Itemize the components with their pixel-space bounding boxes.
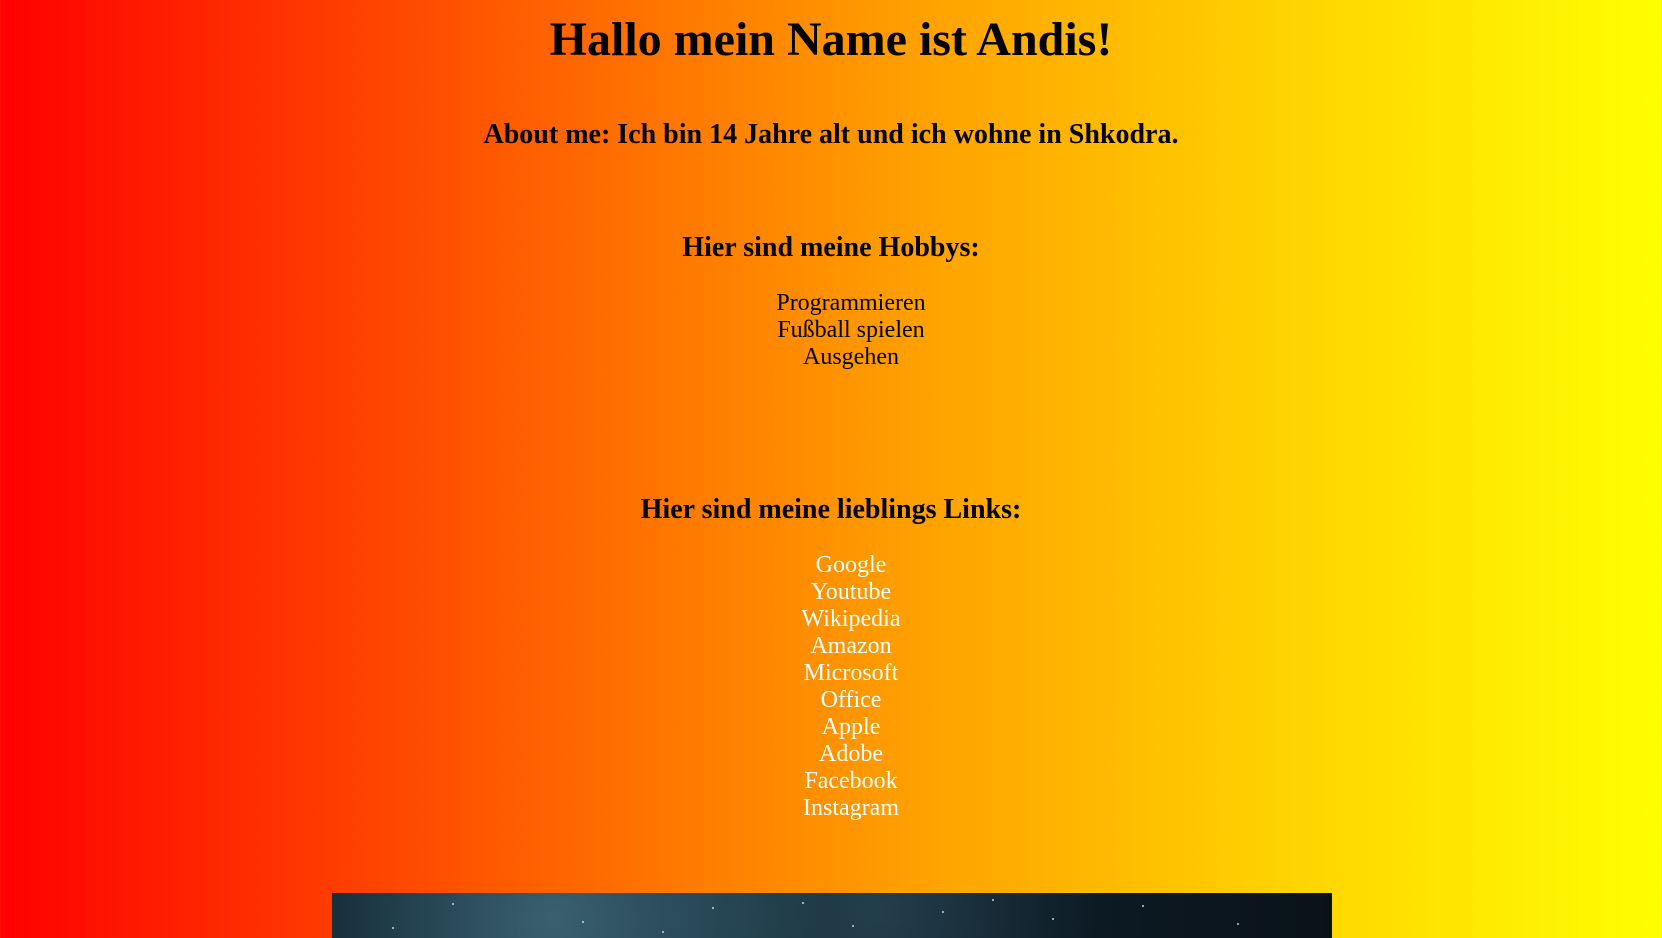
link-facebook[interactable]: Facebook [804,768,897,794]
hobby-list: Programmieren Fußball spielen Ausgehen [0,290,1662,371]
page: Hallo mein Name ist Andis! About me: Ich… [0,0,1662,938]
link-apple[interactable]: Apple [822,714,881,740]
about-me-text: About me: Ich bin 14 Jahre alt und ich w… [483,119,1179,150]
link-list-item: Apple [0,714,1662,741]
link-list-item: Office [0,687,1662,714]
star-dot [992,899,994,901]
links-heading: Hier sind meine lieblings Links: [640,494,1022,525]
link-list-item: Facebook [0,768,1662,795]
link-instagram[interactable]: Instagram [803,795,899,821]
link-adobe[interactable]: Adobe [819,741,883,767]
star-dot [582,921,584,923]
page-title: Hallo mein Name ist Andis! [549,13,1113,66]
link-list-item: Google [0,552,1662,579]
link-amazon[interactable]: Amazon [810,633,891,659]
hobbies-heading: Hier sind meine Hobbys: [682,232,980,263]
link-list-item: Wikipedia [0,606,1662,633]
link-list: Google Youtube Wikipedia Amazon Microsof… [0,552,1662,822]
star-dot [1237,923,1239,925]
link-list-item: Instagram [0,795,1662,822]
link-office[interactable]: Office [821,687,882,713]
star-dot [392,927,394,929]
link-list-item: Microsoft [0,660,1662,687]
hobby-item-programmieren: Programmieren [776,290,926,316]
space-banner-image [332,893,1332,938]
star-dot [852,925,854,927]
star-dot [712,907,714,909]
star-dot [802,902,804,904]
link-list-item: Youtube [0,579,1662,606]
star-dot [1142,905,1144,907]
link-wikipedia[interactable]: Wikipedia [802,606,901,632]
link-google[interactable]: Google [816,552,887,578]
star-dot [662,931,664,933]
hobby-item-fussball: Fußball spielen [777,317,925,343]
link-list-item: Adobe [0,741,1662,768]
link-youtube[interactable]: Youtube [811,579,891,605]
link-list-item: Amazon [0,633,1662,660]
star-dot [1052,918,1054,920]
star-dot [452,903,454,905]
hobby-item-ausgehen: Ausgehen [803,344,899,370]
link-microsoft[interactable]: Microsoft [804,660,899,686]
star-dot [942,911,944,913]
